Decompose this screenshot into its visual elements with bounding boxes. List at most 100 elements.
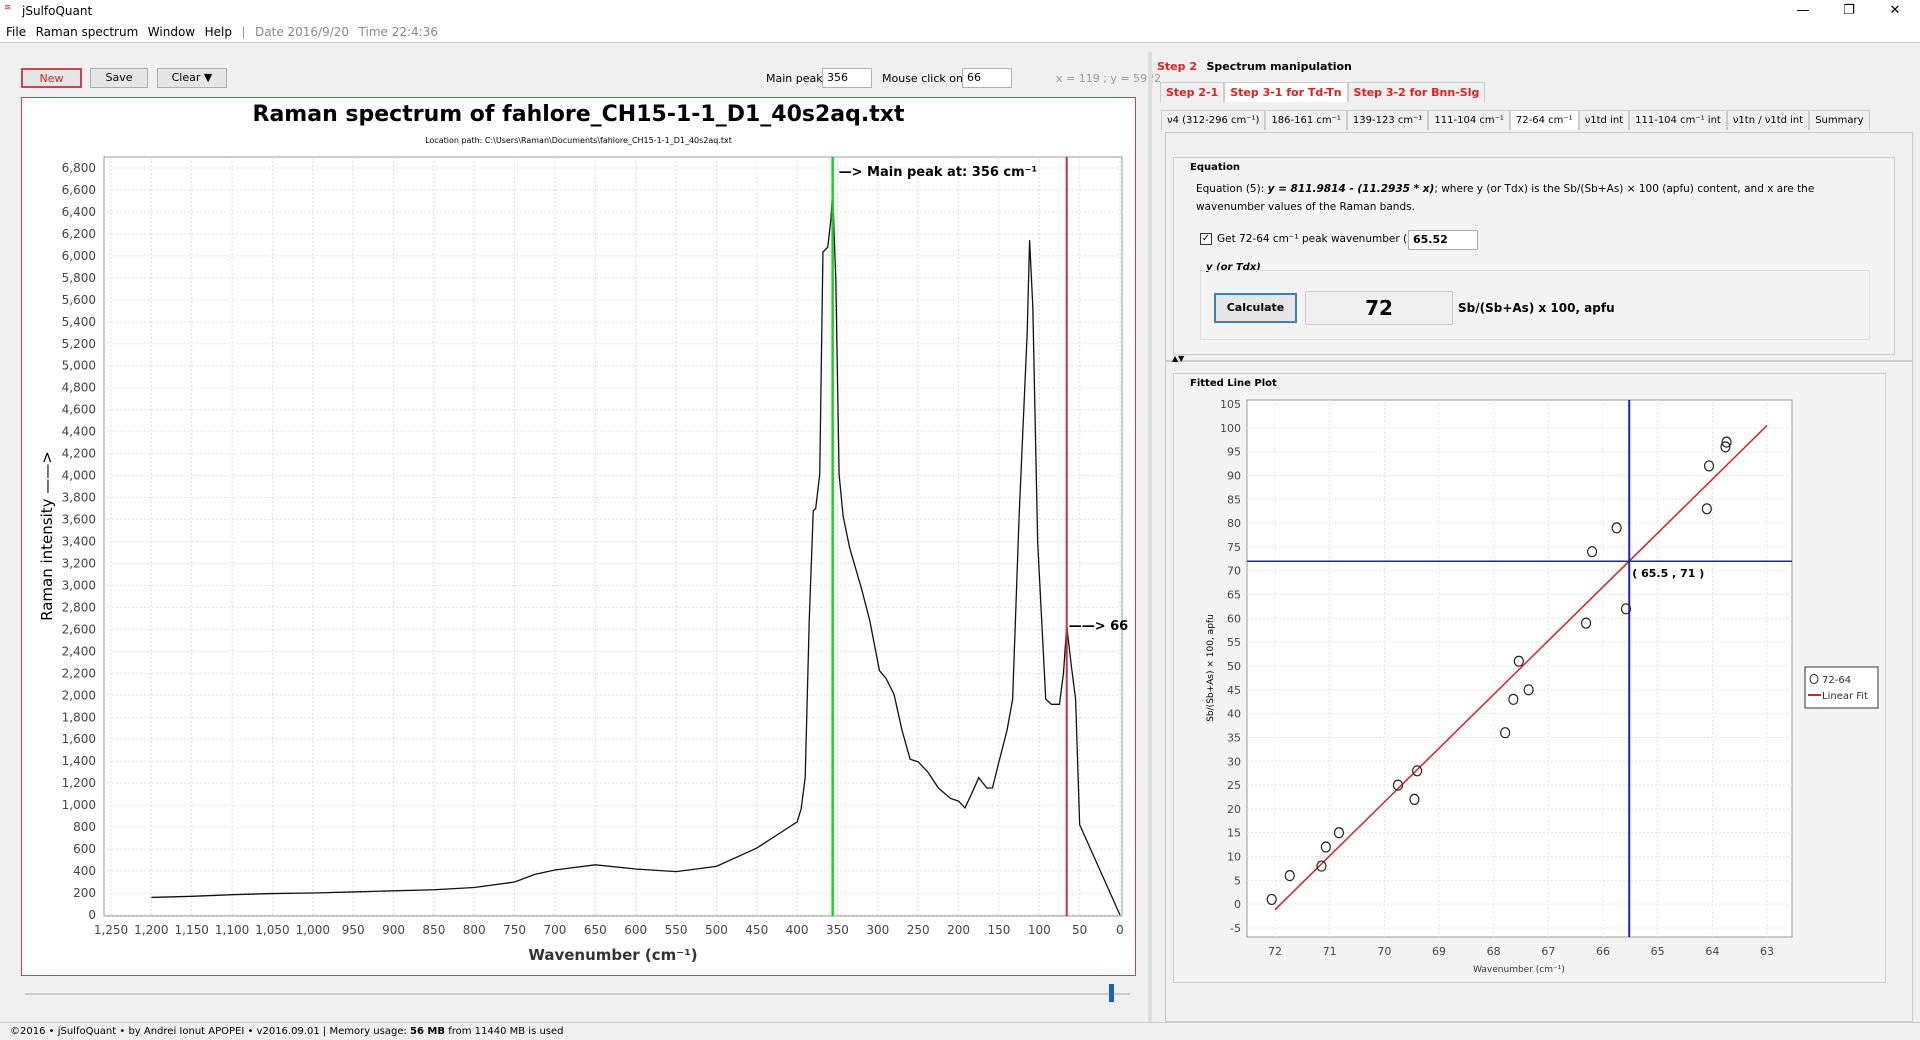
tab-step-2-1[interactable]: Step 2-1: [1160, 82, 1225, 102]
close-icon[interactable]: ✕: [1872, 0, 1918, 22]
x-tick-label: 1,000: [296, 923, 330, 937]
y-tick-label: 5,400: [62, 315, 96, 329]
x-tick-label: 66: [1596, 945, 1610, 958]
x-tick-label: 500: [705, 923, 728, 937]
tab-band-3[interactable]: 111-104 cm⁻¹: [1428, 110, 1510, 130]
y-tick-label: 3,600: [62, 513, 96, 527]
y-tick-label: 1,800: [62, 710, 96, 724]
tab-band-4[interactable]: 72-64 cm⁻¹: [1509, 110, 1579, 130]
spectrum-slider[interactable]: [25, 984, 1130, 1002]
y-tick-label: 4,600: [62, 403, 96, 417]
status-bar: ©2016 • jSulfoQuant • by Andrei Ionut AP…: [0, 1022, 1920, 1040]
sub-tabs: Step 2-1 Step 3-1 for Td-Tn Step 3-2 for…: [1160, 82, 1486, 102]
legend-label-fit: Linear Fit: [1822, 691, 1868, 702]
vertical-splitter[interactable]: [1148, 52, 1152, 1022]
wavenumber-input[interactable]: 65.52: [1408, 230, 1478, 250]
peak-checkbox[interactable]: ✓: [1200, 233, 1212, 245]
y-tick-label: 400: [73, 864, 96, 878]
y-tick-label: 5: [1234, 874, 1241, 887]
y-tick-label: 3,800: [62, 491, 96, 505]
slider-thumb[interactable]: [1108, 984, 1114, 1002]
x-tick-label: 1,100: [215, 923, 249, 937]
y-tick-label: 105: [1220, 398, 1241, 411]
y-tick-label: 3,000: [62, 578, 96, 592]
y-tick-label: 6,400: [62, 205, 96, 219]
y-tick-label: 90: [1227, 469, 1241, 482]
x-tick-label: 550: [665, 923, 688, 937]
y-tick-label: 5,200: [62, 337, 96, 351]
x-axis-label: Wavenumber (cm⁻¹): [1473, 965, 1565, 975]
y-tick-label: 95: [1227, 446, 1241, 459]
tab-band-0[interactable]: ν4 (312-296 cm⁻¹): [1161, 110, 1266, 130]
tab-band-8[interactable]: Summary: [1809, 110, 1870, 130]
y-tick-label: 4,000: [62, 469, 96, 483]
y-tick-label: 600: [73, 842, 96, 856]
y-tick-label: 40: [1227, 708, 1241, 721]
tab-band-5[interactable]: ν1td int: [1578, 110, 1630, 130]
x-tick-label: 700: [544, 923, 567, 937]
y-tick-label: 70: [1227, 565, 1241, 578]
x-tick-label: 900: [382, 923, 405, 937]
x-tick-label: 800: [463, 923, 486, 937]
y-tick-label: 75: [1227, 541, 1241, 554]
y-tick-label: 3,400: [62, 535, 96, 549]
y-tick-label: 2,800: [62, 600, 96, 614]
legend-label-points: 72-64: [1822, 675, 1851, 686]
fitted-line-chart[interactable]: 72 71 70 69 68 67 66 65 64 63 -5 0 5 10 15 20 25 30 35 40 45…: [1173, 373, 1886, 983]
y-tick-label: 5,800: [62, 271, 96, 285]
x-tick-label: 950: [342, 923, 365, 937]
splitter-arrows-icon[interactable]: ▲▼: [1172, 354, 1184, 363]
spectrum-chart[interactable]: 1,250 1,200 1,150 1,100 1,050 1,000 950 900 850 8…: [0, 0, 1150, 990]
y-tick-label: 2,600: [62, 622, 96, 636]
calculate-button[interactable]: Calculate: [1214, 293, 1297, 323]
result-unit: Sb/(Sb+As) x 100, apfu: [1458, 301, 1615, 315]
tab-band-6[interactable]: 111-104 cm⁻¹ int: [1629, 110, 1727, 130]
checkbox-label: Get 72-64 cm⁻¹ peak wavenumber (x): [1217, 233, 1418, 245]
x-tick-label: 150: [987, 923, 1010, 937]
plot-area: [103, 156, 1123, 917]
y-tick-label: 2,200: [62, 666, 96, 680]
y-tick-label: 0: [88, 908, 96, 922]
y-tick-label: 1,000: [62, 798, 96, 812]
x-tick-label: 450: [745, 923, 768, 937]
y-tick-label: 55: [1227, 636, 1241, 649]
tab-band-2[interactable]: 139-123 cm⁻¹: [1346, 110, 1429, 130]
y-tick-label: 45: [1227, 684, 1241, 697]
horizontal-splitter[interactable]: [1165, 360, 1913, 362]
x-tick-label: 65: [1651, 945, 1665, 958]
x-tick-label: 1,250: [94, 923, 128, 937]
minimize-icon[interactable]: —: [1780, 0, 1826, 22]
y-tick-label: 6,800: [62, 161, 96, 175]
y-tick-label: 3,200: [62, 556, 96, 570]
y-tick-label: 60: [1227, 612, 1241, 625]
x-tick-label: 750: [503, 923, 526, 937]
y-tick-label: 0: [1234, 898, 1241, 911]
x-tick-label: 100: [1028, 923, 1051, 937]
mouse-click-annotation: ——> 66: [1069, 619, 1129, 634]
y-tick-label: 80: [1227, 517, 1241, 530]
y-tick-label: 1,600: [62, 732, 96, 746]
x-tick-label: 1,050: [255, 923, 289, 937]
y-tick-label: 2,000: [62, 688, 96, 702]
x-tick-label: 71: [1323, 945, 1337, 958]
restore-icon[interactable]: ❐: [1826, 0, 1872, 22]
tab-step-3-2[interactable]: Step 3-2 for Bnn-Slg: [1347, 82, 1486, 102]
y-tick-label: 10: [1227, 851, 1241, 864]
x-tick-label: 400: [786, 923, 809, 937]
tab-step-3-1[interactable]: Step 3-1 for Td-Tn: [1224, 82, 1348, 102]
y-tick-label: 50: [1227, 660, 1241, 673]
main-peak-annotation: —> Main peak at: 356 cm⁻¹: [839, 165, 1038, 180]
tab-band-1[interactable]: 186-161 cm⁻¹: [1265, 110, 1347, 130]
y-tick-label: 85: [1227, 493, 1241, 506]
y-tick-label: -5: [1230, 922, 1241, 935]
y-tick-label: 15: [1227, 827, 1241, 840]
x-tick-label: 1,150: [175, 923, 209, 937]
tab-band-7[interactable]: ν1tn / ν1td int: [1726, 110, 1810, 130]
x-tick-label: 64: [1705, 945, 1719, 958]
y-axis-label: Sb/(Sb+As) × 100, apfu: [1206, 614, 1216, 722]
crosshair-label: ( 65.5 , 71 ): [1632, 567, 1704, 580]
x-tick-label: 650: [584, 923, 607, 937]
y-tick-label: 6,000: [62, 249, 96, 263]
tab-step-2[interactable]: Step 2 Spectrum manipulation: [1157, 57, 1352, 77]
y-tick-label: 100: [1220, 422, 1241, 435]
